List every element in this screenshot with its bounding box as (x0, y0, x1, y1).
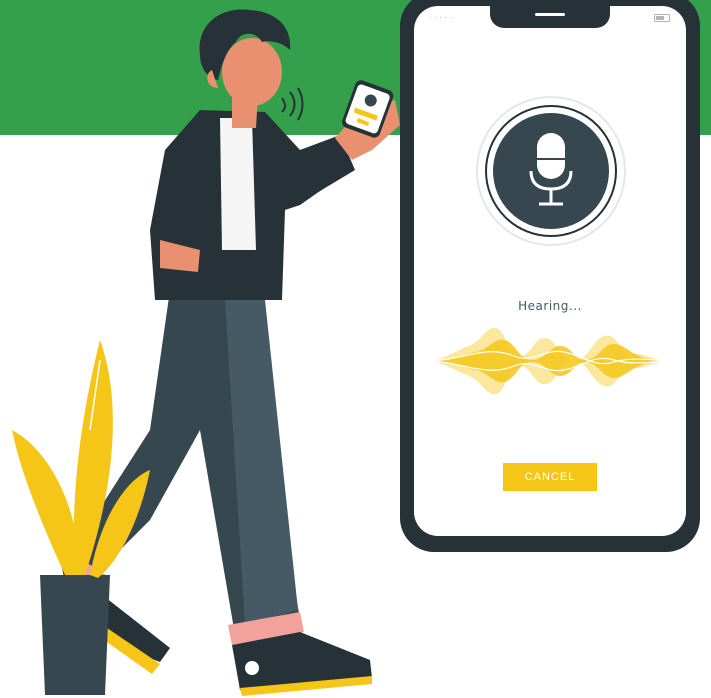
plant-illustration (12, 340, 150, 695)
voice-assistant-illustration: ..... Hearing... CANCEL (0, 0, 711, 698)
